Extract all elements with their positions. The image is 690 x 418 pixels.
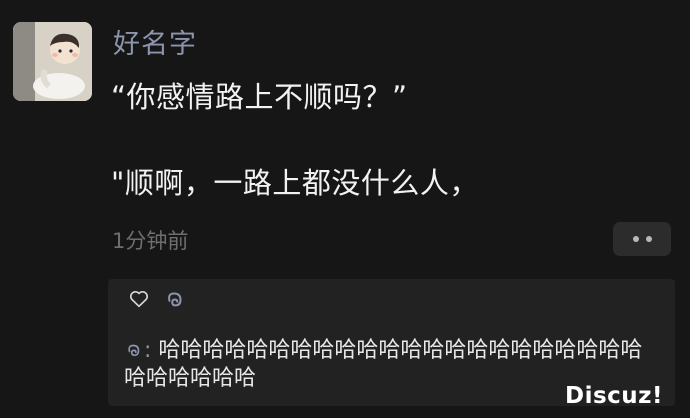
watermark: Discuz! — [565, 383, 664, 409]
post-text-line-1: “你感情路上不顺吗？” — [111, 80, 408, 114]
commenter-avatar-icon — [128, 344, 140, 357]
avatar[interactable] — [13, 22, 92, 101]
post-text-line-2: "顺啊，一路上都没什么人， — [111, 166, 479, 200]
avatar-image — [13, 22, 92, 101]
heart-icon[interactable] — [128, 288, 150, 310]
wechat-liker-icon[interactable] — [164, 288, 186, 310]
author-name[interactable]: 好名字 — [113, 22, 197, 61]
more-dots-icon — [632, 236, 639, 242]
post-timestamp: 1分钟前 — [112, 229, 189, 253]
likes-row — [128, 288, 186, 310]
more-dots-icon — [645, 236, 652, 242]
more-options-button[interactable] — [613, 222, 671, 256]
comment-separator: : — [144, 338, 152, 363]
